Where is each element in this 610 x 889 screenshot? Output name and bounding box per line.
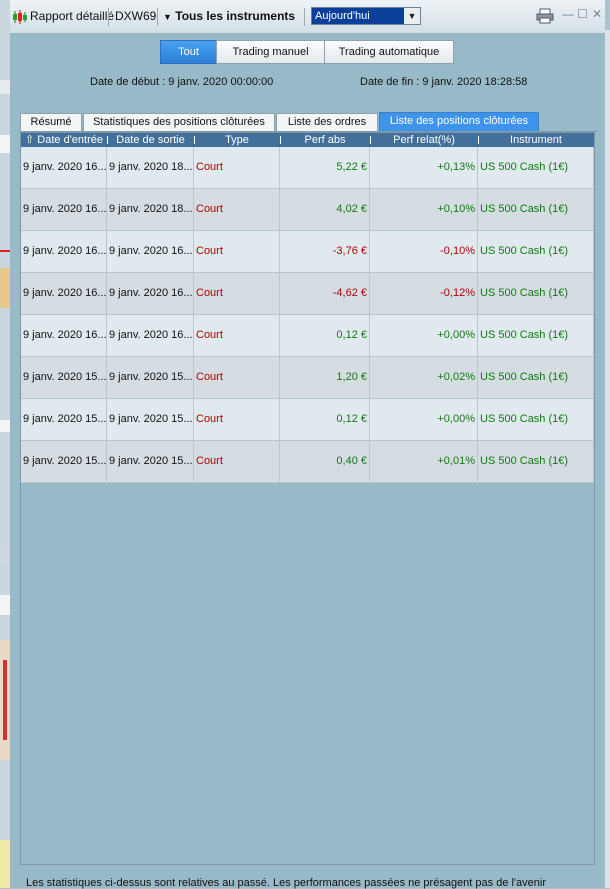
candlestick-icon	[13, 10, 27, 24]
cell-entry-date: 9 janv. 2020 16...	[21, 315, 107, 356]
period-select-value: Aujourd'hui	[315, 10, 370, 22]
cell-exit-date: 9 janv. 2020 15...	[107, 357, 194, 398]
cell-entry-date: 9 janv. 2020 15...	[21, 441, 107, 482]
cell-entry-date: 9 janv. 2020 15...	[21, 357, 107, 398]
cell-entry-date: 9 janv. 2020 16...	[21, 273, 107, 314]
printer-icon[interactable]	[536, 8, 554, 24]
table-row[interactable]: 9 janv. 2020 15... 9 janv. 2020 15... Cour…	[21, 399, 594, 441]
report-title: Rapport détaillé	[30, 9, 115, 23]
tab-summary[interactable]: Résumé	[20, 113, 82, 131]
filter-all[interactable]: Tout	[160, 40, 217, 64]
disclaimer: Les statistiques ci-dessus sont relative…	[26, 877, 546, 889]
cell-exit-date: 9 janv. 2020 16...	[107, 231, 194, 272]
cell-type: Court	[194, 231, 280, 272]
table-row[interactable]: 9 janv. 2020 16... 9 janv. 2020 16... Cour…	[21, 273, 594, 315]
cell-type: Court	[194, 273, 280, 314]
cell-instrument: US 500 Cash (1€)	[478, 189, 594, 230]
cell-exit-date: 9 janv. 2020 18...	[107, 147, 194, 188]
cell-type: Court	[194, 399, 280, 440]
instrument-selector-label: Tous les instruments	[175, 9, 296, 23]
table-row[interactable]: 9 janv. 2020 16... 9 janv. 2020 16... Cour…	[21, 231, 594, 273]
filter-automatic[interactable]: Trading automatique	[324, 40, 454, 64]
instrument-selector[interactable]: ▼ Tous les instruments	[163, 9, 295, 23]
chevron-down-icon[interactable]: ▼	[404, 8, 420, 24]
cell-exit-date: 9 janv. 2020 16...	[107, 273, 194, 314]
cell-entry-date: 9 janv. 2020 16...	[21, 231, 107, 272]
cell-entry-date: 9 janv. 2020 16...	[21, 189, 107, 230]
cell-exit-date: 9 janv. 2020 18...	[107, 189, 194, 230]
cell-instrument: US 500 Cash (1€)	[478, 441, 594, 482]
cell-perf-abs: -4,62 €	[280, 273, 370, 314]
minimize-icon[interactable]: —	[562, 7, 574, 21]
col-instrument[interactable]: Instrument	[478, 133, 594, 147]
detailed-report-window: Rapport détaillé DXW69 ▼ Tous les instru…	[10, 0, 605, 889]
cell-type: Court	[194, 441, 280, 482]
start-date: Date de début : 9 janv. 2020 00:00:00	[90, 76, 274, 88]
cell-perf-abs: 0,40 €	[280, 441, 370, 482]
cell-perf-abs: -3,76 €	[280, 231, 370, 272]
cell-perf-abs: 0,12 €	[280, 315, 370, 356]
table-row[interactable]: 9 janv. 2020 15... 9 janv. 2020 15... Cour…	[21, 357, 594, 399]
table-row[interactable]: 9 janv. 2020 16... 9 janv. 2020 16... Cour…	[21, 315, 594, 357]
sort-up-icon: ⇧	[25, 134, 35, 146]
close-icon[interactable]: ✕	[592, 7, 602, 21]
cell-perf-rel: +0,01%	[370, 441, 478, 482]
table-row[interactable]: 9 janv. 2020 16... 9 janv. 2020 18... Cour…	[21, 189, 594, 231]
maximize-icon[interactable]: ☐	[577, 7, 588, 21]
cell-instrument: US 500 Cash (1€)	[478, 357, 594, 398]
cell-type: Court	[194, 147, 280, 188]
closed-positions-table: ⇧ Date d'entrée Date de sortie Type Perf…	[20, 132, 595, 865]
cell-perf-rel: +0,13%	[370, 147, 478, 188]
account-id: DXW69	[115, 9, 157, 23]
cell-exit-date: 9 janv. 2020 16...	[107, 315, 194, 356]
table-row[interactable]: 9 janv. 2020 15... 9 janv. 2020 15... Cour…	[21, 441, 594, 483]
tab-orders-list[interactable]: Liste des ordres	[276, 113, 378, 131]
cell-perf-rel: +0,02%	[370, 357, 478, 398]
title-bar: Rapport détaillé DXW69 ▼ Tous les instru…	[10, 0, 605, 34]
table-header: ⇧ Date d'entrée Date de sortie Type Perf…	[21, 133, 594, 147]
cell-instrument: US 500 Cash (1€)	[478, 273, 594, 314]
filter-manual[interactable]: Trading manuel	[216, 40, 325, 64]
cell-perf-rel: -0,12%	[370, 273, 478, 314]
cell-perf-abs: 0,12 €	[280, 399, 370, 440]
col-exit-date[interactable]: Date de sortie	[107, 133, 194, 147]
col-type[interactable]: Type	[194, 133, 280, 147]
cell-instrument: US 500 Cash (1€)	[478, 231, 594, 272]
cell-type: Court	[194, 357, 280, 398]
col-perf-rel[interactable]: Perf relat(%)	[370, 133, 478, 147]
col-perf-abs[interactable]: Perf abs	[280, 133, 370, 147]
cell-perf-abs: 5,22 €	[280, 147, 370, 188]
cell-entry-date: 9 janv. 2020 16...	[21, 147, 107, 188]
cell-perf-rel: +0,00%	[370, 315, 478, 356]
cell-instrument: US 500 Cash (1€)	[478, 399, 594, 440]
cell-perf-rel: +0,00%	[370, 399, 478, 440]
cell-type: Court	[194, 189, 280, 230]
cell-instrument: US 500 Cash (1€)	[478, 315, 594, 356]
cell-entry-date: 9 janv. 2020 15...	[21, 399, 107, 440]
col-entry-date[interactable]: ⇧ Date d'entrée	[21, 133, 107, 147]
tab-closed-positions-list[interactable]: Liste des positions clôturées	[379, 112, 539, 132]
period-select[interactable]: Aujourd'hui ▼	[311, 7, 421, 25]
tab-closed-position-stats[interactable]: Statistiques des positions clôturées	[83, 113, 275, 131]
end-date: Date de fin : 9 janv. 2020 18:28:58	[360, 76, 528, 88]
cell-perf-rel: +0,10%	[370, 189, 478, 230]
table-row[interactable]: 9 janv. 2020 16... 9 janv. 2020 18... Cour…	[21, 147, 594, 189]
cell-type: Court	[194, 315, 280, 356]
cell-instrument: US 500 Cash (1€)	[478, 147, 594, 188]
cell-perf-rel: -0,10%	[370, 231, 478, 272]
chevron-down-icon: ▼	[163, 12, 172, 22]
cell-exit-date: 9 janv. 2020 15...	[107, 441, 194, 482]
cell-perf-abs: 4,02 €	[280, 189, 370, 230]
cell-perf-abs: 1,20 €	[280, 357, 370, 398]
cell-exit-date: 9 janv. 2020 15...	[107, 399, 194, 440]
